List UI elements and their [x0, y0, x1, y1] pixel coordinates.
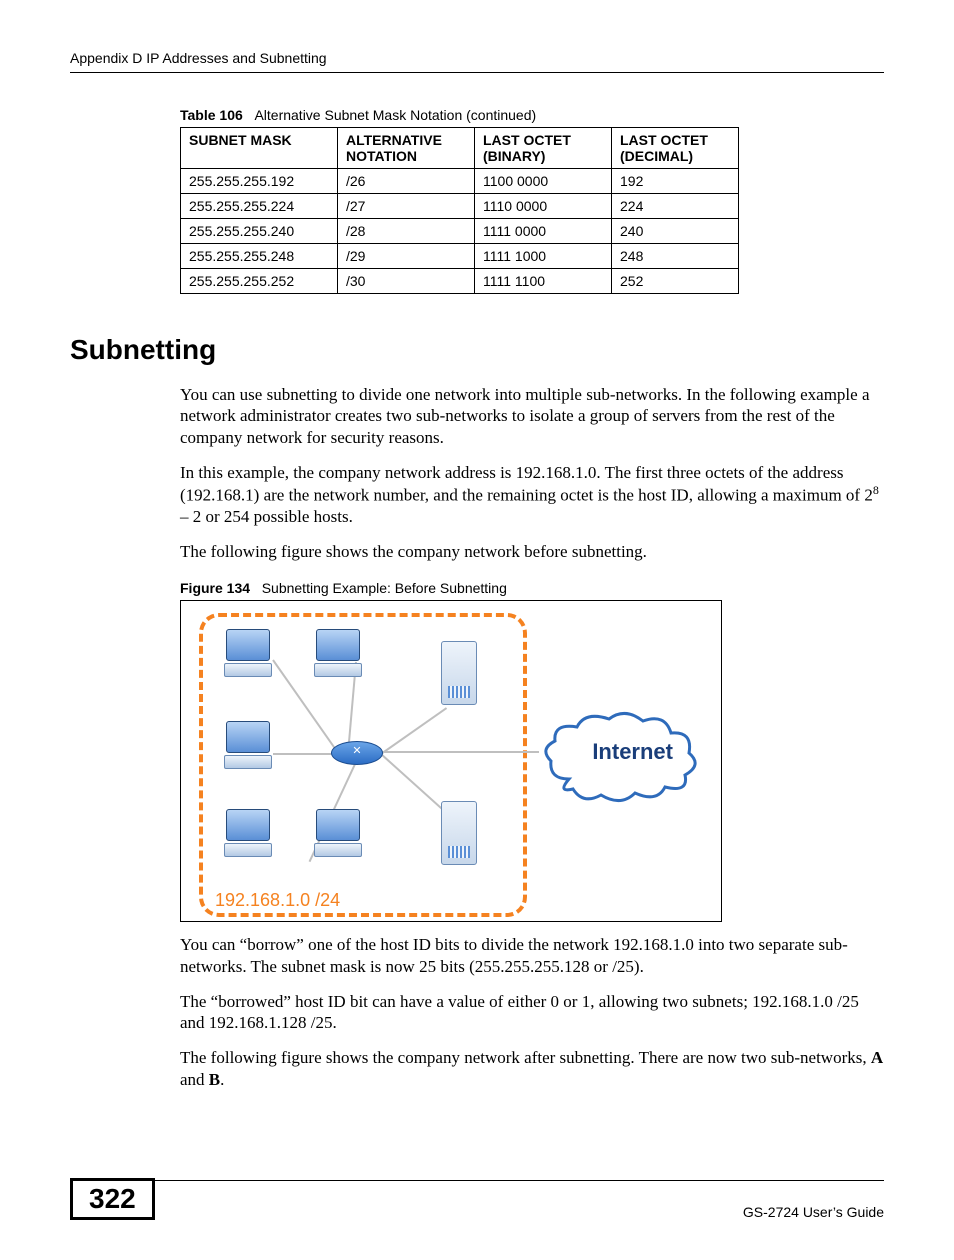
workstation-icon	[221, 809, 275, 863]
workstation-icon	[221, 721, 275, 775]
table-row: 255.255.255.224 /27 1110 0000 224	[181, 194, 739, 219]
guide-title: GS-2724 User’s Guide	[743, 1198, 884, 1220]
table-label: Table 106	[180, 107, 243, 123]
th-alt-notation: ALTERNATIVE NOTATION	[338, 128, 475, 169]
page-footer: 322 GS-2724 User’s Guide	[70, 1180, 884, 1220]
figure-caption: Figure 134 Subnetting Example: Before Su…	[180, 580, 884, 596]
table-row: 255.255.255.252 /30 1111 1100 252	[181, 269, 739, 294]
table-row: 255.255.255.248 /29 1111 1000 248	[181, 244, 739, 269]
th-last-octet-dec: LAST OCTET (DECIMAL)	[612, 128, 739, 169]
paragraph: In this example, the company network add…	[180, 462, 884, 527]
paragraph: The following figure shows the company n…	[180, 541, 884, 562]
cloud-label: Internet	[592, 739, 673, 765]
paragraph: You can “borrow” one of the host ID bits…	[180, 934, 884, 977]
figure-134: 192.168.1.0 /24 Internet	[180, 600, 722, 922]
figure-title: Subnetting Example: Before Subnetting	[262, 580, 507, 596]
figure-label: Figure 134	[180, 580, 250, 596]
server-icon	[441, 641, 477, 705]
table-106-wrap: Table 106 Alternative Subnet Mask Notati…	[180, 107, 884, 294]
table-row: 255.255.255.192 /26 1100 0000 192	[181, 169, 739, 194]
link-to-internet	[381, 751, 539, 753]
workstation-icon	[221, 629, 275, 683]
server-icon	[441, 801, 477, 865]
table-row: 255.255.255.240 /28 1111 0000 240	[181, 219, 739, 244]
superscript: 8	[873, 483, 879, 497]
paragraph: The “borrowed” host ID bit can have a va…	[180, 991, 884, 1034]
subnet-label: 192.168.1.0 /24	[215, 890, 340, 911]
workstation-icon	[311, 809, 365, 863]
running-header: Appendix D IP Addresses and Subnetting	[70, 50, 884, 73]
page-number: 322	[70, 1178, 155, 1220]
table-title: Alternative Subnet Mask Notation (contin…	[254, 107, 536, 123]
subnet-mask-table: SUBNET MASK ALTERNATIVE NOTATION LAST OC…	[180, 127, 739, 294]
th-last-octet-bin: LAST OCTET (BINARY)	[475, 128, 612, 169]
workstation-icon	[311, 629, 365, 683]
paragraph: The following figure shows the company n…	[180, 1047, 884, 1090]
th-subnet-mask: SUBNET MASK	[181, 128, 338, 169]
section-heading: Subnetting	[70, 334, 884, 366]
paragraph: You can use subnetting to divide one net…	[180, 384, 884, 448]
table-caption: Table 106 Alternative Subnet Mask Notati…	[180, 107, 884, 123]
